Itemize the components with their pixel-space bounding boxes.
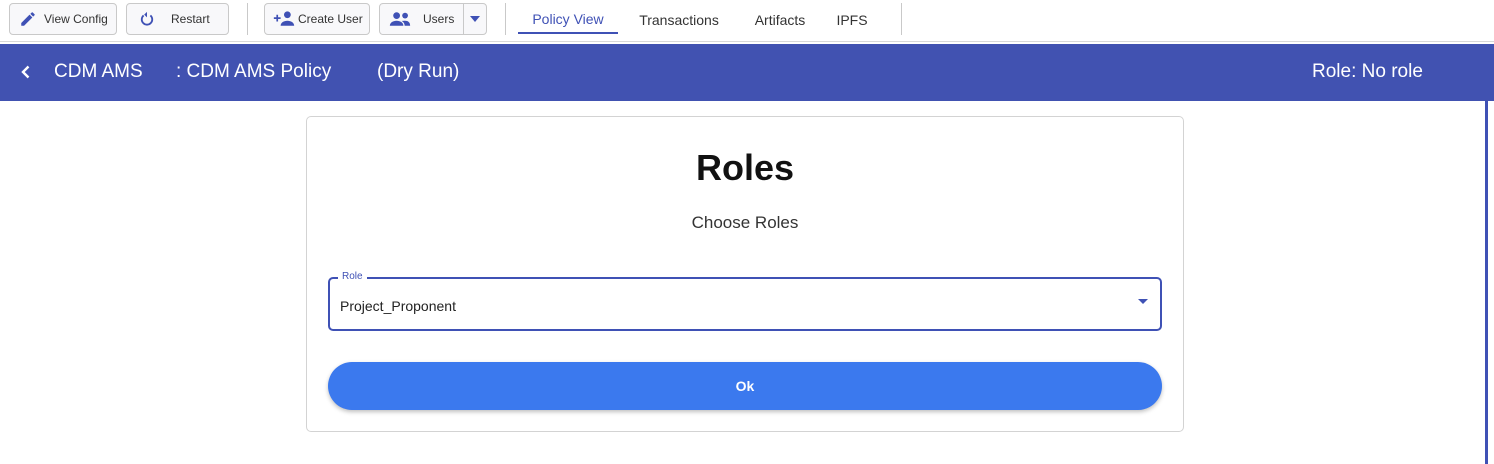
users-dropdown-toggle[interactable] [463, 4, 486, 34]
restart-label: Restart [171, 12, 210, 26]
page-title: Roles [695, 147, 795, 188]
add-user-icon [273, 8, 295, 30]
view-config-button[interactable]: View Config [9, 3, 117, 35]
top-toolbar: View Config Restart Create User Users Po… [0, 0, 1494, 42]
toolbar-separator [505, 3, 506, 35]
back-button[interactable] [14, 60, 38, 84]
restart-icon [136, 8, 158, 30]
users-button[interactable]: Users [379, 3, 487, 35]
page-scroll-edge [1485, 101, 1488, 464]
role-status: Role: No role [1312, 61, 1423, 82]
caret-down-icon [1138, 299, 1148, 304]
policy-title: : CDM AMS Policy [176, 61, 332, 82]
roles-card: Roles Choose Roles Role Project_Proponen… [306, 116, 1184, 432]
page-subtitle: Choose Roles [691, 213, 799, 232]
role-select[interactable]: Role Project_Proponent [328, 271, 1162, 331]
tab-transactions[interactable]: Transactions [628, 6, 730, 34]
role-select-value: Project_Proponent [340, 298, 456, 314]
pencil-icon [17, 8, 39, 30]
policy-name: CDM AMS [54, 61, 143, 82]
create-user-button[interactable]: Create User [264, 3, 370, 35]
users-label: Users [423, 12, 455, 26]
view-config-label: View Config [44, 12, 108, 26]
tab-artifacts[interactable]: Artifacts [742, 6, 818, 34]
restart-button[interactable]: Restart [126, 3, 229, 35]
dry-run-indicator: (Dry Run) [377, 61, 460, 82]
tab-ipfs[interactable]: IPFS [828, 6, 876, 34]
policy-header: CDM AMS : CDM AMS Policy (Dry Run) Role:… [0, 44, 1494, 101]
tab-policy-view[interactable]: Policy View [518, 6, 618, 34]
create-user-label: Create User [298, 12, 363, 26]
chevron-left-icon [21, 65, 30, 79]
toolbar-separator [247, 3, 248, 35]
ok-button[interactable]: Ok [328, 362, 1162, 410]
toolbar-separator [901, 3, 902, 35]
role-select-label: Role [338, 271, 367, 282]
caret-down-icon [470, 16, 480, 22]
users-icon [389, 8, 411, 30]
